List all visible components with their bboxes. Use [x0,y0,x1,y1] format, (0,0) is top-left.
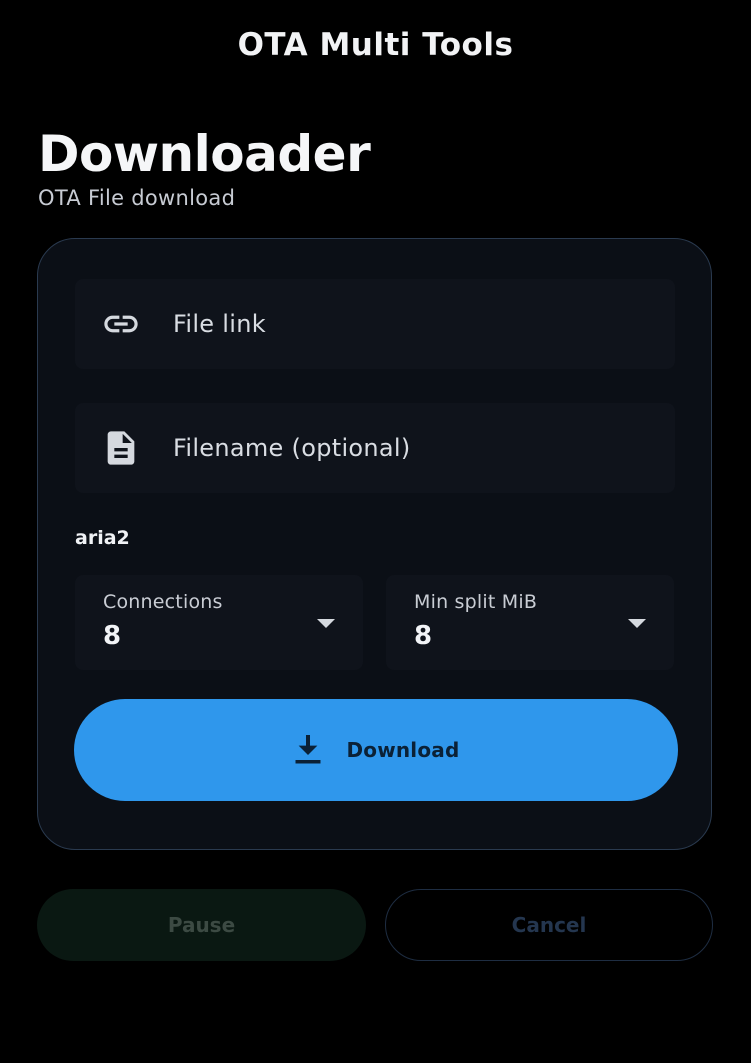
chevron-down-icon [317,619,335,628]
min-split-value: 8 [414,621,433,651]
filename-placeholder: Filename (optional) [173,434,411,462]
filename-input[interactable]: Filename (optional) [75,403,675,493]
app-bar: OTA Multi Tools [0,0,751,90]
pause-button-label: Pause [167,913,236,937]
connections-value: 8 [103,621,122,651]
file-link-placeholder: File link [173,310,266,338]
app-title: OTA Multi Tools [237,27,514,63]
pause-button[interactable]: Pause [37,889,366,961]
min-split-dropdown[interactable]: Min split MiB 8 [386,575,674,670]
download-icon [292,732,324,768]
cancel-button[interactable]: Cancel [385,889,713,961]
download-form-card: File link Filename (optional) aria2 Conn… [37,238,712,850]
document-icon [99,426,143,470]
download-button[interactable]: Download [74,699,678,801]
aria2-section-label: aria2 [75,527,130,549]
page-title: Downloader [38,125,371,183]
connections-label: Connections [103,591,223,613]
link-icon [99,302,143,346]
download-button-label: Download [346,738,460,762]
chevron-down-icon [628,619,646,628]
page-subtitle: OTA File download [38,186,236,210]
file-link-input[interactable]: File link [75,279,675,369]
connections-dropdown[interactable]: Connections 8 [75,575,363,670]
cancel-button-label: Cancel [511,913,587,937]
min-split-label: Min split MiB [414,591,538,613]
